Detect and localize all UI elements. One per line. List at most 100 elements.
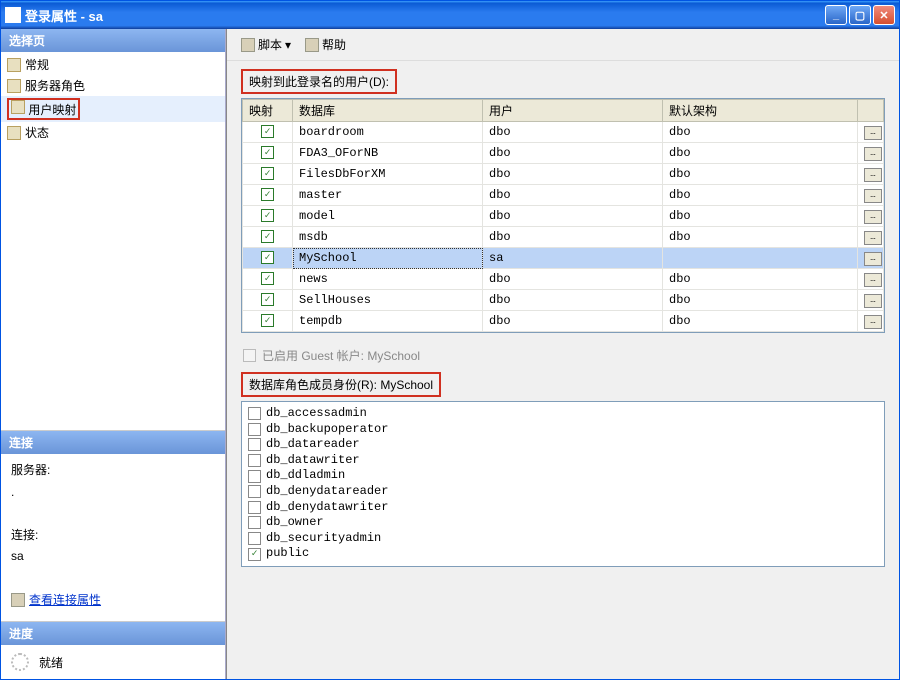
map-checkbox[interactable]: ✓ — [261, 188, 274, 201]
role-checkbox[interactable]: ✓ — [248, 548, 261, 561]
schema-browse-button[interactable]: … — [864, 168, 882, 182]
role-checkbox[interactable]: ✓ — [248, 454, 261, 467]
cell-schema[interactable]: dbo — [663, 269, 858, 290]
schema-browse-button[interactable]: … — [864, 126, 882, 140]
role-item[interactable]: ✓public — [248, 546, 878, 562]
table-row[interactable]: ✓tempdbdbodbo… — [243, 311, 884, 332]
role-item[interactable]: ✓db_owner — [248, 515, 878, 531]
map-checkbox[interactable]: ✓ — [261, 272, 274, 285]
cell-schema[interactable]: dbo — [663, 311, 858, 332]
col-user[interactable]: 用户 — [483, 100, 663, 122]
table-row[interactable]: ✓ MySchoolsa … — [243, 248, 884, 269]
table-row[interactable]: ✓msdbdbodbo… — [243, 227, 884, 248]
role-item[interactable]: ✓db_securityadmin — [248, 531, 878, 547]
cell-db[interactable]: FDA3_OForNB — [293, 143, 483, 164]
role-checkbox[interactable]: ✓ — [248, 516, 261, 529]
table-row[interactable]: ✓boardroomdbodbo… — [243, 122, 884, 143]
role-checkbox[interactable]: ✓ — [248, 438, 261, 451]
cell-user[interactable]: sa — [483, 248, 663, 269]
cell-user[interactable]: dbo — [483, 185, 663, 206]
cell-db[interactable]: MySchool — [293, 248, 483, 269]
sidebar-item-server-roles[interactable]: 服务器角色 — [1, 75, 225, 96]
map-checkbox[interactable]: ✓ — [261, 251, 274, 264]
role-item[interactable]: ✓db_datawriter — [248, 453, 878, 469]
cell-schema[interactable]: dbo — [663, 185, 858, 206]
table-row[interactable]: ✓newsdbodbo… — [243, 269, 884, 290]
role-item[interactable]: ✓db_backupoperator — [248, 422, 878, 438]
map-checkbox[interactable]: ✓ — [261, 293, 274, 306]
map-checkbox[interactable]: ✓ — [261, 125, 274, 138]
help-button[interactable]: 帮助 — [301, 35, 350, 54]
roles-listbox[interactable]: ✓db_accessadmin✓db_backupoperator✓db_dat… — [241, 401, 885, 567]
role-item[interactable]: ✓db_accessadmin — [248, 406, 878, 422]
table-row[interactable]: ✓modeldbodbo… — [243, 206, 884, 227]
cell-user[interactable]: dbo — [483, 164, 663, 185]
map-checkbox[interactable]: ✓ — [261, 209, 274, 222]
sidebar-item-user-mapping[interactable]: 用户映射 — [1, 96, 225, 122]
role-checkbox[interactable]: ✓ — [248, 485, 261, 498]
mapping-grid[interactable]: 映射 数据库 用户 默认架构 ✓boardroomdbodbo…✓FDA3_OF… — [241, 98, 885, 333]
maximize-button[interactable]: ▢ — [849, 5, 871, 25]
sidebar-item-general[interactable]: 常规 — [1, 54, 225, 75]
titlebar[interactable]: 登录属性 - sa _ ▢ ✕ — [1, 1, 899, 29]
role-item[interactable]: ✓db_denydatawriter — [248, 500, 878, 516]
map-checkbox[interactable]: ✓ — [261, 230, 274, 243]
table-row[interactable]: ✓FDA3_OForNBdbodbo… — [243, 143, 884, 164]
cell-db[interactable]: SellHouses — [293, 290, 483, 311]
role-checkbox[interactable]: ✓ — [248, 501, 261, 514]
schema-browse-button[interactable]: … — [864, 210, 882, 224]
cell-db[interactable]: master — [293, 185, 483, 206]
server-label: 服务器: — [11, 460, 215, 482]
cell-user[interactable]: dbo — [483, 122, 663, 143]
col-db[interactable]: 数据库 — [293, 100, 483, 122]
schema-browse-button[interactable]: … — [864, 315, 882, 329]
schema-browse-button[interactable]: … — [864, 252, 882, 266]
sidebar-item-status[interactable]: 状态 — [1, 122, 225, 143]
role-item[interactable]: ✓db_denydatareader — [248, 484, 878, 500]
schema-browse-button[interactable]: … — [864, 273, 882, 287]
role-checkbox[interactable]: ✓ — [248, 470, 261, 483]
cell-schema[interactable]: dbo — [663, 164, 858, 185]
schema-browse-button[interactable]: … — [864, 294, 882, 308]
role-checkbox[interactable]: ✓ — [248, 407, 261, 420]
role-item[interactable]: ✓db_ddladmin — [248, 468, 878, 484]
table-row[interactable]: ✓masterdbodbo… — [243, 185, 884, 206]
cell-schema[interactable]: dbo — [663, 122, 858, 143]
table-row[interactable]: ✓FilesDbForXMdbodbo… — [243, 164, 884, 185]
cell-db[interactable]: news — [293, 269, 483, 290]
table-row[interactable]: ✓SellHousesdbodbo… — [243, 290, 884, 311]
col-schema[interactable]: 默认架构 — [663, 100, 858, 122]
cell-user[interactable]: dbo — [483, 206, 663, 227]
script-button[interactable]: 脚本 ▾ — [237, 35, 295, 54]
cell-db[interactable]: boardroom — [293, 122, 483, 143]
map-checkbox[interactable]: ✓ — [261, 167, 274, 180]
schema-browse-button[interactable]: … — [864, 189, 882, 203]
cell-db[interactable]: msdb — [293, 227, 483, 248]
cell-user[interactable]: dbo — [483, 143, 663, 164]
map-checkbox[interactable]: ✓ — [261, 146, 274, 159]
col-map[interactable]: 映射 — [243, 100, 293, 122]
sidebar-item-label: 服务器角色 — [25, 77, 85, 94]
cell-db[interactable]: tempdb — [293, 311, 483, 332]
role-checkbox[interactable]: ✓ — [248, 423, 261, 436]
view-connection-props-link[interactable]: 查看连接属性 — [11, 590, 101, 612]
grid-header-row: 映射 数据库 用户 默认架构 — [243, 100, 884, 122]
minimize-button[interactable]: _ — [825, 5, 847, 25]
schema-browse-button[interactable]: … — [864, 147, 882, 161]
cell-schema[interactable] — [663, 248, 858, 269]
cell-user[interactable]: dbo — [483, 290, 663, 311]
cell-db[interactable]: model — [293, 206, 483, 227]
cell-db[interactable]: FilesDbForXM — [293, 164, 483, 185]
role-item[interactable]: ✓db_datareader — [248, 437, 878, 453]
cell-user[interactable]: dbo — [483, 311, 663, 332]
cell-user[interactable]: dbo — [483, 269, 663, 290]
cell-schema[interactable]: dbo — [663, 143, 858, 164]
map-checkbox[interactable]: ✓ — [261, 314, 274, 327]
cell-user[interactable]: dbo — [483, 227, 663, 248]
role-checkbox[interactable]: ✓ — [248, 532, 261, 545]
cell-schema[interactable]: dbo — [663, 206, 858, 227]
cell-schema[interactable]: dbo — [663, 290, 858, 311]
schema-browse-button[interactable]: … — [864, 231, 882, 245]
cell-schema[interactable]: dbo — [663, 227, 858, 248]
close-button[interactable]: ✕ — [873, 5, 895, 25]
